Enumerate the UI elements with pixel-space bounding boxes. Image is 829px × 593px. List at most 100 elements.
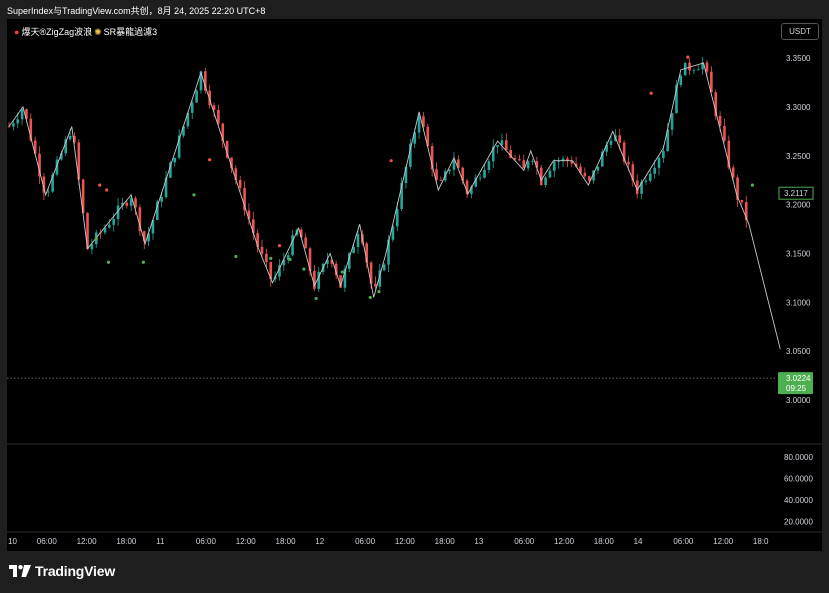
price-chart[interactable]: 3.3500 3.3000 3.2500 3.2000 3.1500 3.1000 3.05… [7,19,822,551]
tradingview-logo-text: TradingView [35,563,116,579]
time-tick-label: 12 [315,537,324,546]
price-tick-label: 3.1000 [786,298,811,307]
last-price-value: 3.0224 [786,374,811,383]
buy-signal-dot [269,256,273,260]
oscillator-tick-label: 60.0000 [784,474,813,483]
candle-body [531,160,534,162]
candle-body [382,264,386,271]
candle-body [648,173,652,181]
chart-source-title: SuperIndex与TradingView.com共创，8月 24, 2025… [7,6,266,16]
candle-body [160,197,163,202]
buy-signal-dot [340,270,344,274]
axes-layer: 3.3500 3.3000 3.2500 3.2000 3.1500 3.1000 3.05… [7,54,814,546]
candle-body [108,224,111,228]
buy-signal-dot [94,237,98,241]
buy-signal-dot [288,257,292,261]
time-tick-label: 14 [634,537,643,546]
candle-body [553,161,556,171]
sell-signal-dot [686,55,690,59]
candle-body [217,109,220,124]
buy-signal-dot [750,183,754,187]
chart-area[interactable]: 3.3500 3.3000 3.2500 3.2000 3.1500 3.1000 3.05… [7,19,822,551]
candle-body [20,109,24,120]
tradingview-logo[interactable]: TradingView [9,563,115,579]
candle-body [723,125,726,141]
current-value-label: 3.2117 [784,189,808,198]
candle-body [496,145,499,147]
candle-body [609,140,613,145]
time-tick-label: 12:00 [77,537,98,546]
candle-body [195,90,198,103]
candle-body [692,70,696,72]
time-tick-label: 12:00 [395,537,416,546]
candle-body [125,202,129,206]
buy-signal-dot [302,267,306,271]
indicator-legend[interactable]: ● 爆天®ZigZag波浪 ✺ SR暴龍過濾3 [14,25,157,38]
candle-body [487,161,491,170]
candle-body [696,69,700,71]
buy-signal-dot [106,260,111,264]
candles-layer [7,56,748,293]
candle-body [557,161,560,162]
candle-body [539,167,543,186]
time-tick-label: 06:00 [514,537,535,546]
time-tick-label: 06:00 [196,537,217,546]
time-tick-label: 12:00 [554,537,575,546]
grid-lines [7,443,822,533]
time-tick-label: 06:00 [355,537,376,546]
candle-body [395,209,399,227]
buy-signal-dot [141,260,145,264]
candle-body [670,113,674,130]
candle-body [265,253,268,263]
candle-body [478,177,482,179]
time-tick-label: 06:00 [673,537,694,546]
price-tick-label: 3.2500 [786,152,811,161]
candle-body [46,191,50,193]
sell-signal-dot [277,244,282,248]
sell-signal-dot [105,188,109,192]
candle-body [627,161,630,165]
indicator-prefix: 爆天 [21,27,40,37]
candle-body [679,75,683,86]
candle-body [705,62,709,72]
candle-body [417,116,421,133]
time-tick-label: 11 [156,537,165,546]
candle-body [548,170,552,178]
candle-body [16,119,20,124]
price-tick-label: 3.3000 [786,103,811,112]
candle-body [618,135,622,143]
time-tick-label: 18:0 [753,537,769,546]
oscillator-tick-label: 40.0000 [784,496,813,505]
buy-signal-dot [314,296,318,301]
candle-body [448,169,451,172]
sell-signal-dot [389,159,393,163]
zigzag-indicator-label[interactable]: ®ZigZag波浪 [39,27,92,37]
price-tick-label: 3.2000 [786,201,811,210]
candle-body [238,180,242,188]
footer [0,551,829,593]
currency-badge[interactable]: USDT [781,23,819,40]
sr-indicator-label[interactable]: SR暴龍過濾3 [104,27,158,37]
candle-body [190,102,194,113]
chart-header: SuperIndex与TradingView.com共创，8月 24, 2025… [0,0,829,19]
oscillator-tick-label: 80.0000 [784,453,813,462]
candle-body [583,172,587,177]
buy-signal-dot [192,193,196,197]
candle-body [518,159,521,161]
buy-signal-dot [377,289,381,294]
candle-body [483,169,486,178]
candle-body [526,161,530,169]
candle-body [439,179,443,181]
candle-body [356,234,360,248]
fire-icon: ● [14,27,20,37]
oscillator-tick-label: 20.0000 [784,517,813,526]
sell-signal-dot [98,183,102,187]
last-price-countdown: 09:25 [786,384,807,393]
candle-body [505,140,508,151]
candle-body [544,177,547,186]
candle-body [112,219,115,225]
price-tick-label: 3.3500 [786,54,811,63]
candle-body [68,135,72,140]
price-tick-label: 3.0500 [786,347,811,356]
sun-icon: ✺ [94,27,102,37]
